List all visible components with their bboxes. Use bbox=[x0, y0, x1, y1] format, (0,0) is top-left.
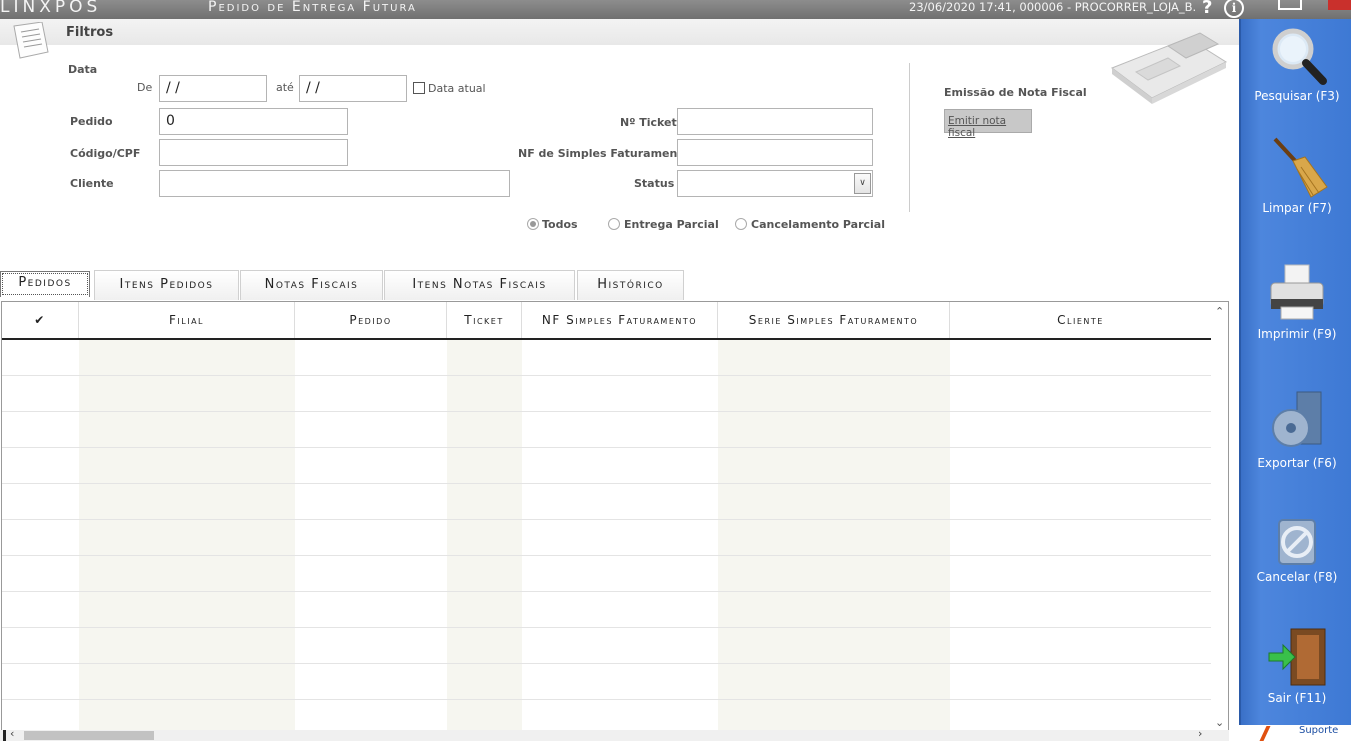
order-input[interactable]: 0 bbox=[159, 108, 348, 135]
emit-invoice-button[interactable]: Emitir nota fiscal bbox=[944, 109, 1032, 133]
exit-button[interactable]: Sair (F11) bbox=[1241, 625, 1351, 705]
scroll-thumb[interactable] bbox=[24, 731, 154, 740]
printer-icon bbox=[1265, 261, 1329, 325]
title-bar: LINXPOS Pedido de Entrega Futura 23/06/2… bbox=[0, 0, 1351, 19]
brand-logo: LINXPOS bbox=[0, 0, 101, 17]
date-from-input[interactable]: / / bbox=[159, 75, 267, 102]
chevron-down-icon[interactable]: ∨ bbox=[854, 173, 871, 194]
close-icon[interactable] bbox=[1328, 0, 1351, 10]
tab-itens-notas-fiscais[interactable]: Itens Notas Fiscais bbox=[384, 270, 575, 300]
scroll-up-icon[interactable]: ⌃ bbox=[1215, 305, 1224, 318]
exit-button-label: Sair (F11) bbox=[1268, 691, 1327, 705]
table-row[interactable] bbox=[2, 483, 1211, 484]
cancel-icon bbox=[1265, 516, 1329, 568]
search-button[interactable]: Pesquisar (F3) bbox=[1241, 23, 1351, 103]
info-icon[interactable]: i bbox=[1224, 0, 1244, 18]
magnifier-icon bbox=[1265, 23, 1329, 87]
invoice-section-title: Emissão de Nota Fiscal bbox=[944, 86, 1087, 99]
vertical-scrollbar[interactable]: ⌃ ⌄ bbox=[1212, 302, 1229, 730]
fiscal-printer-icon bbox=[1108, 28, 1230, 104]
code-cpf-label: Código/CPF bbox=[70, 147, 140, 160]
column-header-nf-simples[interactable]: NF Simples Faturamento bbox=[522, 302, 718, 338]
table-row[interactable] bbox=[2, 699, 1211, 700]
support-link[interactable]: Suporte bbox=[1299, 725, 1338, 736]
radio-partial-cancel[interactable] bbox=[735, 218, 747, 230]
tab-notas-fiscais[interactable]: Notas Fiscais bbox=[240, 270, 383, 300]
column-header-pedido[interactable]: Pedido bbox=[295, 302, 447, 338]
current-date-label: Data atual bbox=[428, 82, 486, 95]
cancel-button-label: Cancelar (F8) bbox=[1257, 570, 1338, 584]
filters-header: Filtros bbox=[0, 19, 1239, 45]
column-header-ticket[interactable]: Ticket bbox=[447, 302, 522, 338]
filters-divider bbox=[909, 63, 910, 212]
table-row[interactable] bbox=[2, 555, 1211, 556]
radio-all-label: Todos bbox=[542, 218, 578, 231]
cancel-button[interactable]: Cancelar (F8) bbox=[1241, 516, 1351, 584]
help-icon[interactable]: ? bbox=[1202, 0, 1212, 18]
clear-button-label: Limpar (F7) bbox=[1262, 201, 1331, 215]
column-shade bbox=[79, 339, 295, 730]
scroll-right-icon[interactable]: › bbox=[1198, 727, 1202, 740]
status-select[interactable] bbox=[677, 170, 873, 197]
search-button-label: Pesquisar (F3) bbox=[1254, 89, 1339, 103]
table-row[interactable] bbox=[2, 447, 1211, 448]
ticket-input[interactable] bbox=[677, 108, 873, 135]
tab-historico[interactable]: Histórico bbox=[577, 270, 684, 300]
table-row[interactable] bbox=[2, 411, 1211, 412]
broom-icon bbox=[1265, 135, 1329, 199]
export-button-label: Exportar (F6) bbox=[1257, 456, 1336, 470]
scroll-left-icon[interactable]: ‹ bbox=[10, 727, 14, 740]
table-row[interactable] bbox=[2, 375, 1211, 376]
date-to-label: até bbox=[276, 81, 294, 94]
minimize-icon[interactable] bbox=[1278, 0, 1302, 10]
table-row[interactable] bbox=[2, 627, 1211, 628]
column-header-filial[interactable]: Filial bbox=[79, 302, 295, 338]
radio-partial-cancel-label: Cancelamento Parcial bbox=[751, 218, 885, 231]
column-header-select[interactable]: ✔ bbox=[2, 302, 79, 338]
session-info: 23/06/2020 17:41, 000006 - PROCORRER_LOJ… bbox=[909, 0, 1196, 14]
print-button-label: Imprimir (F9) bbox=[1258, 327, 1337, 341]
code-cpf-input[interactable] bbox=[159, 139, 348, 166]
action-panel: Pesquisar (F3) Limpar (F7) Imprimir (F9)… bbox=[1239, 19, 1351, 725]
horizontal-scrollbar[interactable]: ‹ › bbox=[0, 730, 1229, 741]
orders-grid[interactable]: ✔ Filial Pedido Ticket NF Simples Fatura… bbox=[1, 301, 1229, 731]
print-button[interactable]: Imprimir (F9) bbox=[1241, 261, 1351, 341]
client-input[interactable] bbox=[159, 170, 510, 197]
nf-simples-input[interactable] bbox=[677, 139, 873, 166]
table-row[interactable] bbox=[2, 591, 1211, 592]
date-from-label: De bbox=[137, 81, 152, 94]
radio-partial-delivery-label: Entrega Parcial bbox=[624, 218, 719, 231]
date-to-input[interactable]: / / bbox=[299, 75, 407, 102]
window-title: Pedido de Entrega Futura bbox=[208, 0, 417, 15]
radio-all[interactable] bbox=[527, 218, 539, 230]
support-footer: Suporte bbox=[1239, 725, 1351, 741]
current-date-checkbox[interactable] bbox=[413, 82, 425, 94]
status-label: Status bbox=[634, 177, 674, 190]
table-row[interactable] bbox=[2, 519, 1211, 520]
nf-simples-label: NF de Simples Faturamento bbox=[518, 147, 690, 160]
support-logo-icon bbox=[1260, 726, 1271, 741]
tab-itens-pedidos[interactable]: Itens Pedidos bbox=[94, 270, 239, 300]
ticket-label: Nº Ticket bbox=[620, 116, 677, 129]
column-shade bbox=[447, 339, 522, 730]
scroll-start-mark bbox=[3, 730, 6, 741]
export-button[interactable]: Exportar (F6) bbox=[1241, 390, 1351, 470]
column-shade bbox=[718, 339, 950, 730]
grid-header: ✔ Filial Pedido Ticket NF Simples Fatura… bbox=[2, 302, 1211, 340]
tab-pedidos[interactable]: Pedidos bbox=[0, 271, 90, 297]
table-row[interactable] bbox=[2, 663, 1211, 664]
date-label: Data bbox=[68, 63, 97, 76]
export-disc-icon bbox=[1265, 390, 1329, 454]
clear-button[interactable]: Limpar (F7) bbox=[1241, 135, 1351, 215]
exit-door-icon bbox=[1265, 625, 1329, 689]
document-icon bbox=[10, 22, 50, 60]
column-header-cliente[interactable]: Cliente bbox=[950, 302, 1211, 338]
scroll-down-icon[interactable]: ⌄ bbox=[1215, 716, 1224, 729]
filters-title: Filtros bbox=[66, 25, 113, 40]
client-label: Cliente bbox=[70, 177, 114, 190]
column-header-serie-simples[interactable]: Serie Simples Faturamento bbox=[718, 302, 950, 338]
radio-partial-delivery[interactable] bbox=[608, 218, 620, 230]
order-label: Pedido bbox=[70, 115, 113, 128]
